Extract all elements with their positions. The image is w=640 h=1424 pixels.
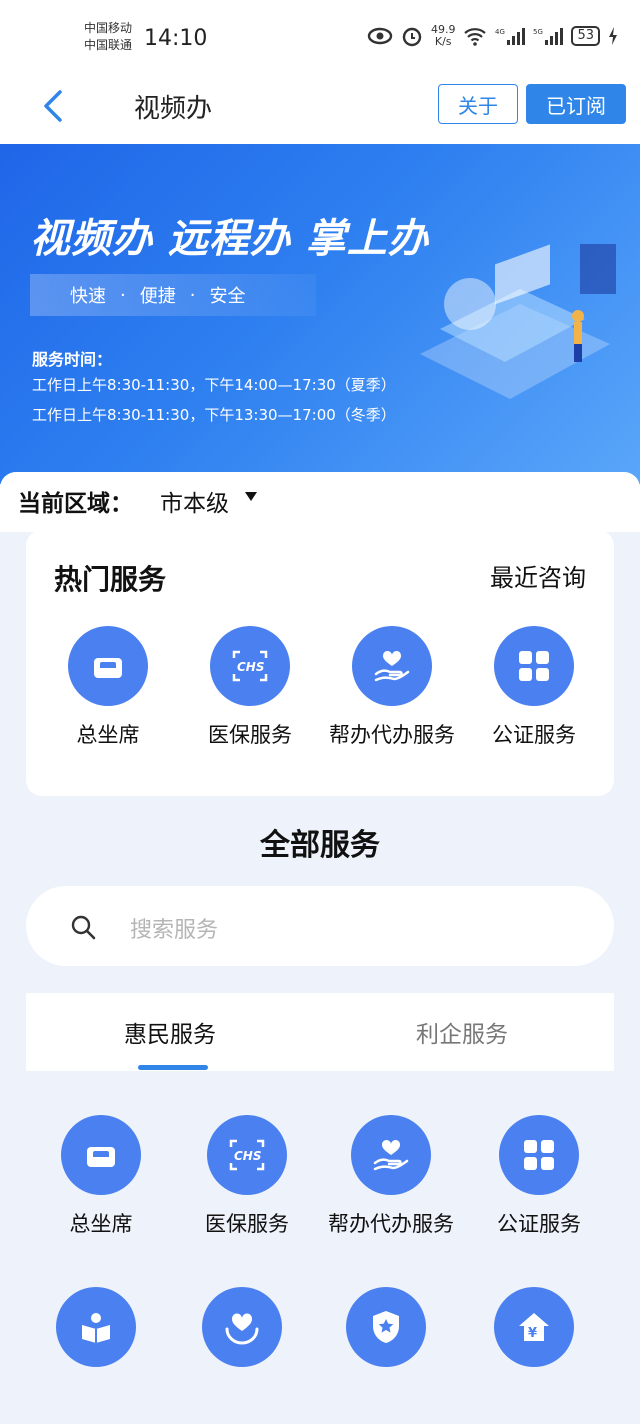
service-item[interactable] — [172, 1287, 312, 1367]
subscribed-button[interactable]: 已订阅 — [526, 84, 626, 124]
hot-service-item[interactable]: 总坐席 — [38, 626, 178, 748]
search-bar[interactable]: 搜索服务 — [26, 886, 614, 966]
hot-service-label: 总坐席 — [76, 723, 140, 747]
back-arrow-icon[interactable] — [36, 86, 76, 126]
hot-service-label: 公证服务 — [492, 723, 576, 747]
svg-text:¥: ¥ — [528, 1326, 537, 1341]
hot-service-item[interactable]: 公证服务 — [464, 626, 604, 748]
wifi-icon — [464, 28, 487, 46]
recent-consult-link[interactable]: 最近咨询 — [490, 558, 586, 593]
banner-tags: 快速 · 便捷 · 安全 — [30, 274, 316, 316]
search-input[interactable]: 搜索服务 — [130, 912, 218, 944]
banner-tag: 便捷 — [139, 286, 176, 307]
region-selector[interactable]: 当前区域： 市本级 — [0, 472, 640, 532]
search-icon — [71, 915, 96, 940]
hot-services-card: 热门服务 最近咨询 总坐席 CHS 医保服务 帮办代办服务 公证服务 — [26, 530, 614, 796]
service-label: 帮办代办服务 — [328, 1212, 454, 1236]
service-item[interactable]: 帮办代办服务 — [316, 1115, 466, 1237]
banner-illustration — [420, 244, 616, 399]
service-label: 总坐席 — [69, 1212, 133, 1236]
book-reader-icon — [56, 1287, 136, 1367]
status-time: 14:10 — [144, 26, 208, 51]
heart-hand-icon — [351, 1115, 431, 1195]
house-yen-icon: ¥ — [494, 1287, 574, 1367]
sofa-icon — [61, 1115, 141, 1195]
all-services-title: 全部服务 — [260, 828, 380, 863]
heart-hand-icon — [352, 626, 432, 706]
service-hours-label: 服务时间： — [32, 350, 113, 369]
service-item[interactable]: ¥ — [464, 1287, 604, 1367]
banner-tag: 安全 — [209, 286, 246, 307]
hot-service-label: 帮办代办服务 — [329, 723, 455, 747]
svg-text:CHS: CHS — [234, 1149, 262, 1163]
tab-public-services[interactable]: 惠民服务 — [124, 1015, 216, 1049]
region-value[interactable]: 市本级 — [160, 484, 229, 518]
title-bar: 视频办 关于 已订阅 — [0, 78, 640, 144]
active-tab-indicator — [138, 1065, 208, 1070]
grid-icon — [494, 626, 574, 706]
promo-banner: 视频办 远程办 掌上办 快速 · 便捷 · 安全 服务时间： 工作日上午8:30… — [0, 144, 640, 484]
status-bar: 中国移动 中国联通 14:10 49.9 K/s 4G 5G 53 — [0, 0, 640, 78]
carrier-info: 中国移动 中国联通 — [84, 20, 132, 54]
signal-5g-icon: 5G — [533, 28, 564, 45]
service-label: 公证服务 — [497, 1212, 581, 1236]
net-speed-unit: K/s — [434, 35, 452, 48]
eye-icon — [367, 27, 393, 45]
status-icons: 49.9 K/s 4G 5G 53 — [367, 24, 618, 48]
tab-business-services[interactable]: 利企服务 — [416, 1015, 508, 1049]
hot-services-title: 热门服务 — [54, 563, 167, 596]
heart-care-icon — [202, 1287, 282, 1367]
chs-icon: CHS — [207, 1115, 287, 1195]
alarm-icon — [402, 27, 422, 47]
charging-icon — [609, 27, 617, 45]
about-button[interactable]: 关于 — [438, 84, 518, 124]
service-label: 医保服务 — [205, 1212, 289, 1236]
service-hours-summer: 工作日上午8:30-11:30，下午14:00—17:30（夏季） — [32, 376, 396, 394]
svg-text:5G: 5G — [533, 28, 543, 36]
page-title: 视频办 — [134, 94, 213, 124]
net-speed: 49.9 K/s — [431, 24, 456, 48]
svg-text:CHS: CHS — [237, 660, 265, 674]
region-label: 当前区域： — [18, 491, 133, 517]
tag-separator: · — [120, 284, 126, 306]
shield-star-icon — [346, 1287, 426, 1367]
sofa-icon — [68, 626, 148, 706]
battery-indicator: 53 — [571, 26, 600, 46]
hot-service-item[interactable]: CHS 医保服务 — [180, 626, 320, 748]
hot-service-item[interactable]: 帮办代办服务 — [322, 626, 462, 748]
signal-4g-icon: 4G — [495, 28, 526, 45]
svg-text:4G: 4G — [495, 28, 505, 36]
chs-icon: CHS — [210, 626, 290, 706]
service-item[interactable] — [26, 1287, 166, 1367]
service-item[interactable]: 公证服务 — [464, 1115, 614, 1237]
service-item[interactable] — [316, 1287, 456, 1367]
service-item[interactable]: CHS 医保服务 — [172, 1115, 322, 1237]
grid-icon — [499, 1115, 579, 1195]
banner-headline: 视频办 远程办 掌上办 — [30, 216, 429, 262]
caret-down-icon[interactable] — [245, 492, 257, 501]
banner-tag: 快速 — [70, 286, 106, 307]
hot-service-label: 医保服务 — [208, 723, 292, 747]
service-hours-winter: 工作日上午8:30-11:30，下午13:30—17:00（冬季） — [32, 406, 396, 424]
service-item[interactable]: 总坐席 — [26, 1115, 176, 1237]
carrier-1: 中国移动 — [84, 21, 133, 35]
tag-separator: · — [189, 284, 196, 306]
carrier-2: 中国联通 — [84, 38, 133, 52]
service-tabs: 惠民服务 利企服务 — [26, 993, 614, 1071]
